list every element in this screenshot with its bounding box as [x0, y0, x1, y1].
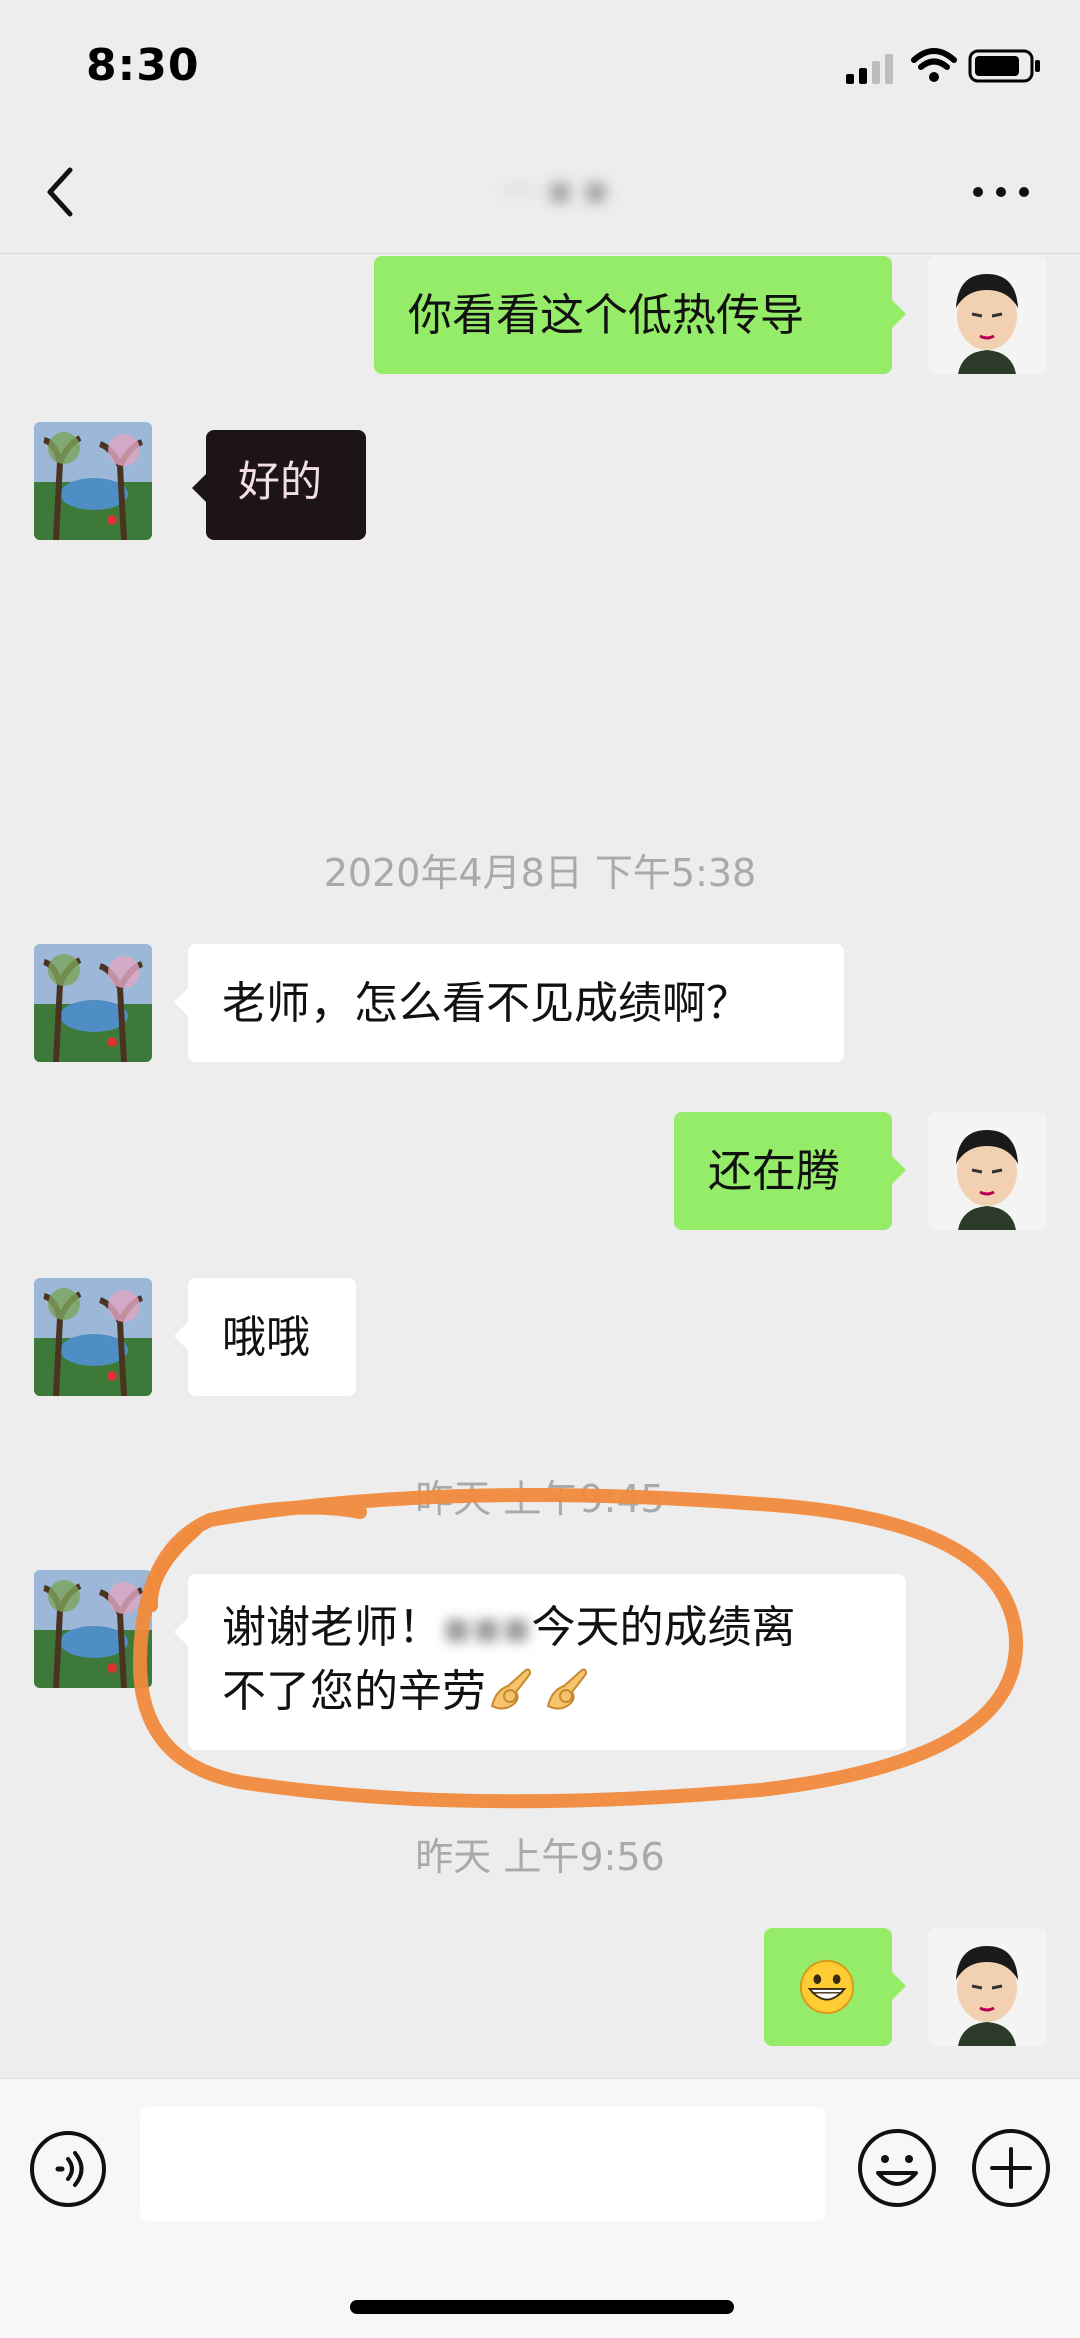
contact-avatar[interactable] — [34, 944, 152, 1062]
contact-avatar[interactable] — [34, 1570, 152, 1688]
message-bubble-outgoing[interactable]: 还在腾 — [674, 1112, 906, 1230]
emoji-picker-icon[interactable] — [856, 2127, 938, 2209]
message-line-1: 谢谢老师！▪▪▪今天的成绩离 — [222, 1596, 872, 1660]
message-bubble-incoming[interactable]: 好的 — [192, 430, 366, 540]
status-bar: 8:30 — [0, 0, 1080, 132]
message-text: 哦哦 — [222, 1312, 310, 1363]
ok-hand-emoji — [546, 1668, 588, 1710]
message-text: 老师，怎么看不见成绩啊？ — [222, 978, 750, 1029]
battery-icon — [968, 49, 1040, 83]
voice-input-icon[interactable] — [28, 2129, 108, 2209]
timestamp: 2020年4月8日 下午5:38 — [323, 851, 757, 895]
contact-avatar[interactable] — [34, 1278, 152, 1396]
status-time: 8:30 — [86, 40, 200, 91]
ok-hand-emoji — [490, 1668, 532, 1710]
cellular-signal-icon — [846, 54, 893, 84]
grinning-face-emoji — [799, 1959, 855, 2015]
add-attachment-icon[interactable] — [970, 2127, 1052, 2209]
my-avatar[interactable] — [928, 1928, 1046, 2046]
message-input[interactable] — [140, 2107, 826, 2221]
message-text: 不了您的辛劳 — [222, 1666, 486, 1717]
wifi-icon — [911, 48, 957, 82]
timestamp: 昨天 上午9:45 — [415, 1477, 665, 1521]
back-chevron-icon[interactable] — [40, 162, 84, 222]
message-text: 还在腾 — [708, 1146, 840, 1197]
home-indicator[interactable] — [350, 2300, 734, 2314]
message-text: 谢谢老师！ — [222, 1602, 442, 1653]
timestamp: 昨天 上午9:56 — [415, 1835, 665, 1879]
message-bubble-incoming[interactable]: 老师，怎么看不见成绩啊？ — [174, 944, 844, 1062]
my-avatar[interactable] — [928, 256, 1046, 374]
nav-bar: ··· ▪ ▪ — [0, 132, 1080, 254]
message-bubble-outgoing[interactable] — [764, 1928, 906, 2046]
contact-avatar[interactable] — [34, 422, 152, 540]
chat-title: ··· ▪ ▪ — [501, 170, 608, 211]
more-options-icon[interactable] — [970, 180, 1032, 204]
message-text: 你看看这个低热传导 — [408, 290, 804, 341]
my-avatar[interactable] — [928, 1112, 1046, 1230]
message-text: 好的 — [238, 457, 323, 506]
message-bubble-outgoing[interactable]: 你看看这个低热传导 — [374, 256, 906, 374]
message-line-2: 不了您的辛劳 — [222, 1660, 872, 1724]
message-text: 今天的成绩离 — [531, 1602, 796, 1653]
input-bar — [0, 2078, 1080, 2338]
redacted-name: ▪▪▪ — [442, 1602, 532, 1653]
message-bubble-incoming[interactable]: 谢谢老师！▪▪▪今天的成绩离 不了您的辛劳 — [174, 1574, 906, 1750]
message-bubble-incoming[interactable]: 哦哦 — [174, 1278, 356, 1396]
